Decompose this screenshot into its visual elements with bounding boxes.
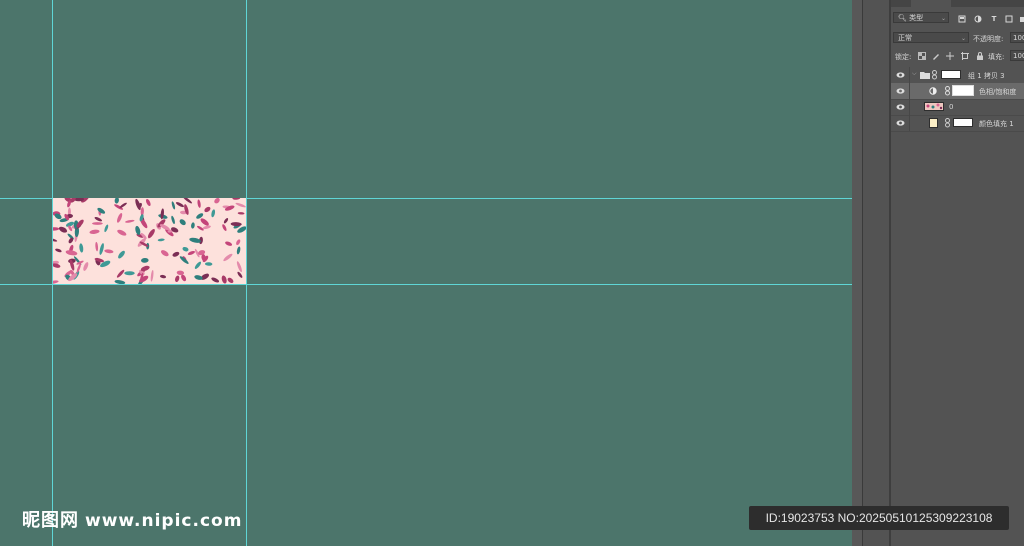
leaf-shape: [124, 271, 135, 276]
fill-label: 填充:: [988, 53, 1005, 61]
chevron-down-icon[interactable]: ⌵: [912, 70, 917, 78]
layer-mask-thumbnail[interactable]: [953, 118, 973, 127]
filter-kind-select[interactable]: 🔍︎ 类型 ⌄: [893, 12, 949, 23]
blend-mode-select[interactable]: 正常 ⌄: [893, 32, 969, 43]
column-divider: [909, 67, 910, 83]
lock-image-brush-icon[interactable]: [932, 52, 940, 60]
leaf-pattern-image: [53, 198, 246, 284]
opacity-input[interactable]: 100: [1010, 32, 1024, 43]
lock-artboard-icon[interactable]: [961, 52, 969, 60]
lock-all-icon[interactable]: [976, 52, 984, 60]
layer-mask-thumbnail[interactable]: [941, 70, 961, 79]
layer-name: 颜色填充 1: [979, 120, 1014, 128]
document-canvas[interactable]: [0, 0, 852, 546]
blend-mode-value: 正常: [898, 34, 912, 42]
filter-kind-label: 类型: [909, 14, 924, 22]
lock-position-move-icon[interactable]: [946, 52, 954, 60]
layer-row-group[interactable]: ⌵ 组 1 拷贝 3: [891, 67, 1024, 84]
eye-icon[interactable]: [896, 103, 905, 111]
column-divider: [909, 83, 910, 99]
vertical-guide[interactable]: [246, 0, 247, 546]
layer-row-pattern[interactable]: 0: [891, 99, 1024, 116]
watermark-logo-text: 昵图网: [22, 510, 79, 531]
hue-saturation-icon: [929, 87, 937, 95]
link-icon: [945, 86, 950, 96]
column-divider: [909, 115, 910, 131]
chevron-down-icon: ⌄: [960, 35, 966, 42]
search-icon: 🔍︎: [898, 14, 907, 22]
layer-name: 0: [949, 103, 954, 111]
floral-pattern-artwork: [53, 198, 246, 284]
adjustment-filter-icon[interactable]: [974, 15, 982, 23]
link-icon: [945, 118, 950, 128]
type-filter-icon[interactable]: T: [990, 15, 998, 23]
watermark-site: www.nipic.com: [85, 511, 243, 531]
lock-transparent-icon[interactable]: [918, 52, 926, 60]
watermark-logo: 昵图网 www.nipic.com: [22, 506, 242, 532]
color-fill-swatch[interactable]: [929, 118, 938, 128]
fill-input[interactable]: 100: [1010, 50, 1024, 61]
pixel-filter-icon[interactable]: [958, 15, 966, 23]
leaf-pattern-image: [926, 103, 943, 110]
layer-row-fill[interactable]: 颜色填充 1: [891, 115, 1024, 132]
leaf-shape: [92, 222, 103, 225]
fill-value: 100: [1013, 52, 1024, 60]
link-icon: [932, 70, 937, 80]
layer-mask-thumbnail[interactable]: [952, 85, 974, 96]
smart-object-filter-icon[interactable]: [1018, 15, 1024, 23]
pattern-thumbnail[interactable]: [924, 102, 944, 111]
eye-icon[interactable]: [896, 119, 905, 127]
collapsed-panel-strip[interactable]: [863, 0, 889, 546]
column-divider: [909, 99, 910, 115]
eye-icon[interactable]: [896, 87, 905, 95]
watermark-id-label: ID:19023753 NO:20250510125309223108: [749, 506, 1009, 530]
lock-label: 锁定:: [895, 53, 912, 61]
folder-icon: [920, 72, 930, 79]
layer-name: 组 1 拷贝 3: [968, 72, 1005, 80]
tab-layers[interactable]: [911, 0, 951, 7]
chevron-down-icon: ⌄: [940, 15, 946, 22]
layer-row-adjustment[interactable]: 色相/饱和度: [891, 83, 1024, 100]
eye-icon[interactable]: [896, 71, 905, 79]
layers-panel: 🔍︎ 类型 ⌄ T 正常 ⌄ 不透明度: 100 锁定: 填充: 100: [891, 0, 1024, 546]
shape-filter-icon[interactable]: [1005, 15, 1013, 23]
opacity-value: 100: [1013, 34, 1024, 42]
panel-tab-bar: [891, 0, 1024, 7]
horizontal-guide[interactable]: [0, 284, 852, 285]
opacity-label: 不透明度:: [973, 35, 1004, 43]
layer-name: 色相/饱和度: [979, 88, 1017, 96]
canvas-scrollbar[interactable]: [852, 0, 862, 546]
